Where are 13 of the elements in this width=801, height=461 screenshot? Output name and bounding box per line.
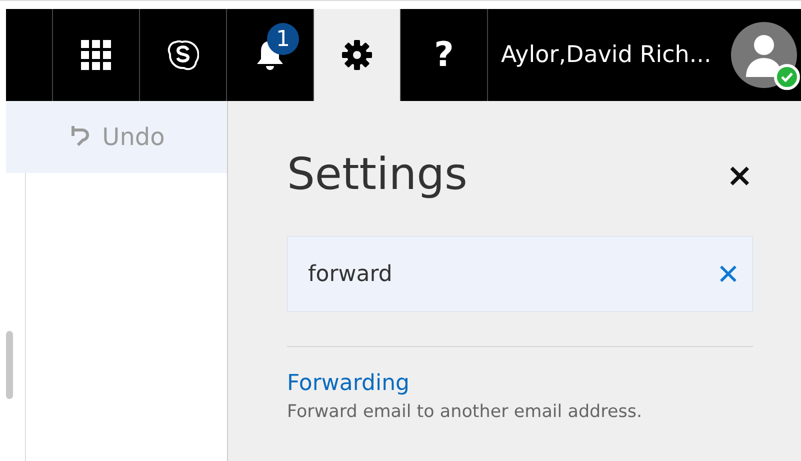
- result-description: Forward email to another email address.: [287, 402, 644, 422]
- search-field[interactable]: forward ✕: [287, 236, 753, 312]
- panel-title: Settings: [287, 149, 468, 200]
- skype-icon: [167, 39, 199, 71]
- scrollbar-thumb[interactable]: [6, 331, 13, 399]
- settings-button[interactable]: [314, 9, 401, 101]
- user-name[interactable]: Aylor,David Rich...: [501, 42, 712, 68]
- close-button[interactable]: ×: [726, 156, 753, 194]
- settings-icon: [341, 39, 373, 71]
- clear-search-button[interactable]: ✕: [716, 258, 740, 290]
- notification-badge: 1: [267, 23, 299, 55]
- result-link[interactable]: Forwarding: [287, 371, 410, 396]
- app-grid-icon: [81, 40, 111, 70]
